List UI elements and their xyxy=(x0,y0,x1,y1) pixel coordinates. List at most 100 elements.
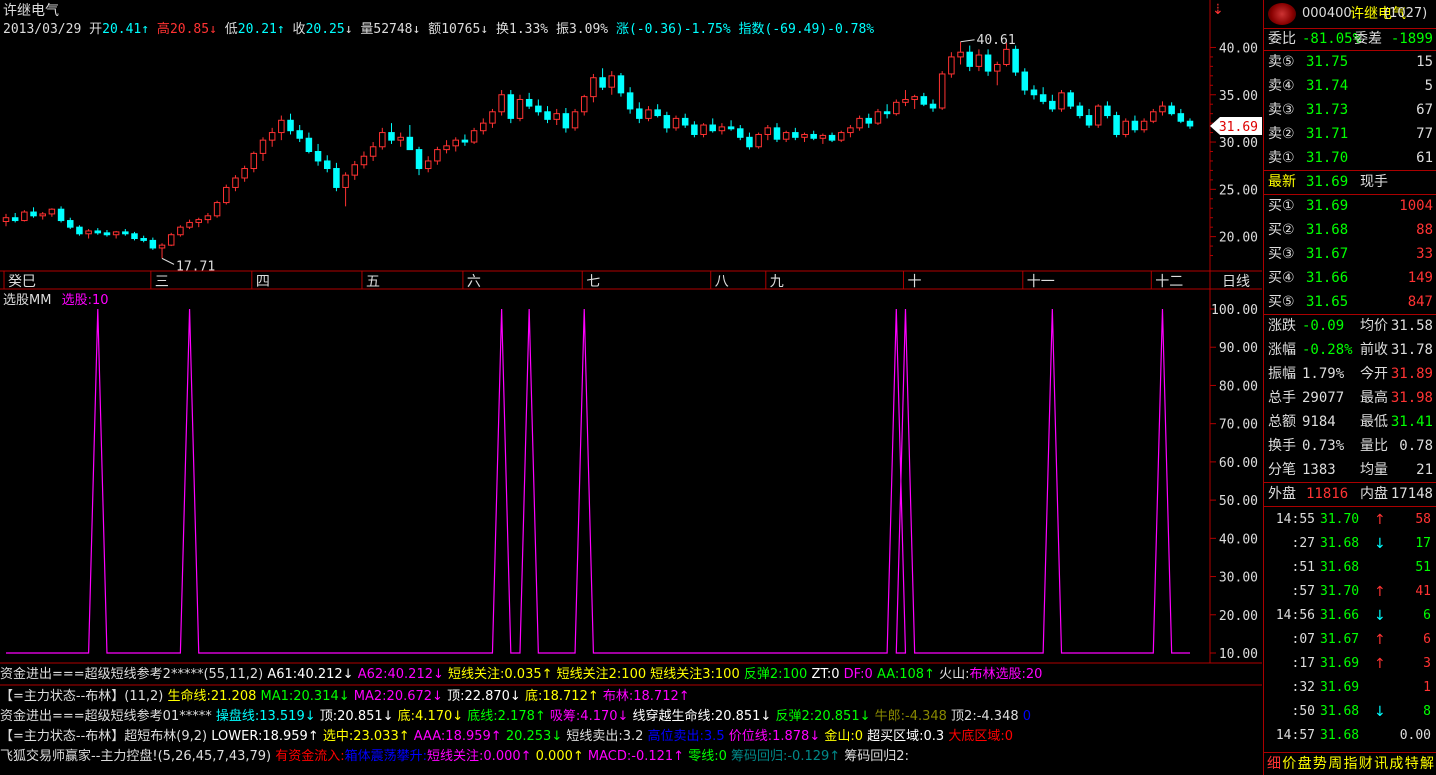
candle-body xyxy=(333,168,340,188)
down-arrow-icon[interactable]: ⇣ xyxy=(1212,2,1224,18)
candle-body xyxy=(1168,105,1175,115)
candle-body xyxy=(764,127,772,135)
candle-body xyxy=(1067,92,1074,107)
indicator-axis-label-0: 100.00 xyxy=(1211,303,1258,318)
candle-body xyxy=(636,108,643,119)
formula-segment: 飞狐交易师赢家--主力控盘!(5,26,45,7,43,79) xyxy=(0,749,276,764)
bottom-tab-0[interactable]: 细 xyxy=(1267,753,1281,775)
candle-body xyxy=(654,109,661,117)
bottom-tab-1[interactable]: 价 xyxy=(1282,753,1296,775)
sell-label: 卖⑤ xyxy=(1268,54,1295,70)
formula-segment: 底:18.712↑ xyxy=(524,689,603,704)
candle-body xyxy=(507,94,515,119)
amount-label: 额 xyxy=(428,22,442,37)
bottom-tab-2[interactable]: 盘 xyxy=(1298,753,1312,775)
indicator-axis-label-8: 20.00 xyxy=(1219,609,1258,624)
tick-time: :51 xyxy=(1291,560,1315,575)
sell-row[interactable]: 卖③ 31.73 67 xyxy=(1264,98,1436,122)
candle-body xyxy=(131,233,138,240)
buy-row[interactable]: 买⑤ 31.65 847 xyxy=(1264,290,1436,314)
tick-row: :51 31.68 51 xyxy=(1264,556,1436,580)
tick-time: :32 xyxy=(1291,680,1315,695)
logo-icon xyxy=(1268,3,1296,25)
candle-body xyxy=(470,130,478,143)
formula-row-3: 【=主力状态--布林】超短布林(9,2) LOWER:18.959↑ 选中:23… xyxy=(0,727,1262,747)
formula-segment: 选中:23.033↑ xyxy=(322,729,414,744)
candle-body xyxy=(397,136,404,141)
time-axis-label-5: 七 xyxy=(586,274,600,290)
low-annotation: 17.71 xyxy=(176,259,215,274)
indicator-axis-label-6: 40.00 xyxy=(1219,532,1258,547)
sell-price: 31.73 xyxy=(1306,102,1349,118)
sell-label: 卖① xyxy=(1268,150,1295,166)
candle-body xyxy=(911,96,918,100)
high-label: 高 xyxy=(156,22,170,37)
tick-volume: 6 xyxy=(1423,608,1431,623)
candle-body xyxy=(957,51,964,58)
formula-segment: 资金进出===超级短线参考01***** xyxy=(0,709,216,724)
formula-segment: 超买区域:0.3 xyxy=(867,729,949,744)
sell-row[interactable]: 卖④ 31.74 5 xyxy=(1264,74,1436,98)
buy-row[interactable]: 买④ 31.66 149 xyxy=(1264,266,1436,290)
candle-body xyxy=(158,244,166,249)
candle-body xyxy=(11,217,19,222)
sell-row[interactable]: 卖⑤ 31.75 15 xyxy=(1264,50,1436,74)
stat-label: 振幅 xyxy=(1268,366,1296,382)
bottom-tab-4[interactable]: 周 xyxy=(1328,753,1342,775)
formula-segment: 顶:22.870↓ xyxy=(447,689,525,704)
candle-body xyxy=(94,230,102,234)
stat-value: 31.41 xyxy=(1390,414,1433,430)
xianshou-label: 现手 xyxy=(1360,174,1388,190)
close-value: 20.25 xyxy=(305,22,345,37)
buy-row[interactable]: 买① 31.69 1004 xyxy=(1264,194,1436,218)
buy-row[interactable]: 买③ 31.67 33 xyxy=(1264,242,1436,266)
formula-segment: 短线关注:0.000↑ xyxy=(427,749,536,764)
stat-label: 换手 xyxy=(1268,438,1296,454)
formula-segment: 反弹2:20.851↓ xyxy=(775,709,875,724)
bottom-tab-7[interactable]: 讯 xyxy=(1374,753,1388,775)
formula-segment: 吸筹:4.170↓ xyxy=(549,709,633,724)
stat-value: 31.58 xyxy=(1390,318,1433,334)
candle-body xyxy=(296,130,303,139)
bottom-tab-10[interactable]: 解 xyxy=(1420,753,1434,775)
candle-body xyxy=(837,132,845,141)
tick-row: :50 31.68 ↓ 8 xyxy=(1264,700,1436,724)
candle-body xyxy=(856,117,863,129)
sell-row[interactable]: 卖① 31.70 61 xyxy=(1264,146,1436,170)
formula-segment: A61:40.212↓ xyxy=(267,667,358,682)
tick-volume: 3 xyxy=(1423,656,1431,671)
sell-row[interactable]: 卖② 31.71 77 xyxy=(1264,122,1436,146)
kline-chart-area[interactable]: 40.00 35.00 30.00 25.00 20.00 31.69 40.61 17.71… xyxy=(0,0,1262,775)
bottom-tab-6[interactable]: 财 xyxy=(1359,753,1373,775)
open-value: 20.41 xyxy=(102,22,142,37)
tick-arrow: ↑ xyxy=(1374,632,1386,648)
bottom-tab-8[interactable]: 成 xyxy=(1389,753,1403,775)
webi-row: 委比 -81.05% 委差 -1899 xyxy=(1264,27,1436,51)
candle-body xyxy=(599,77,606,88)
candle-body xyxy=(883,111,891,115)
candle-body xyxy=(525,98,533,107)
turnover-label: 换 xyxy=(495,22,509,37)
candle-body xyxy=(994,63,1001,72)
stat-row: 总手 29077 最高 31.98 xyxy=(1264,386,1436,410)
candle-body xyxy=(480,122,487,132)
candle-body xyxy=(626,92,634,110)
candle-body xyxy=(1049,100,1056,110)
bottom-tab-3[interactable]: 势 xyxy=(1313,753,1327,775)
buy-row[interactable]: 买② 31.68 88 xyxy=(1264,218,1436,242)
candle-body xyxy=(360,155,368,166)
candle-body xyxy=(681,117,689,126)
candle-body xyxy=(847,127,854,134)
candle-body xyxy=(1094,105,1102,126)
stat-label: 均价 xyxy=(1360,318,1388,334)
time-axis-label-6: 八 xyxy=(715,274,729,290)
bottom-tab-9[interactable]: 特 xyxy=(1405,753,1419,775)
waipan-label: 外盘 xyxy=(1268,486,1296,502)
candle-body xyxy=(966,51,973,67)
latest-value: 31.69 xyxy=(1306,174,1349,190)
formula-segment: 0 xyxy=(1022,709,1032,724)
candle-body xyxy=(369,146,377,157)
tick-arrow: ↓ xyxy=(1374,536,1386,552)
tick-volume: 17 xyxy=(1415,536,1431,551)
bottom-tab-5[interactable]: 指 xyxy=(1344,753,1358,775)
